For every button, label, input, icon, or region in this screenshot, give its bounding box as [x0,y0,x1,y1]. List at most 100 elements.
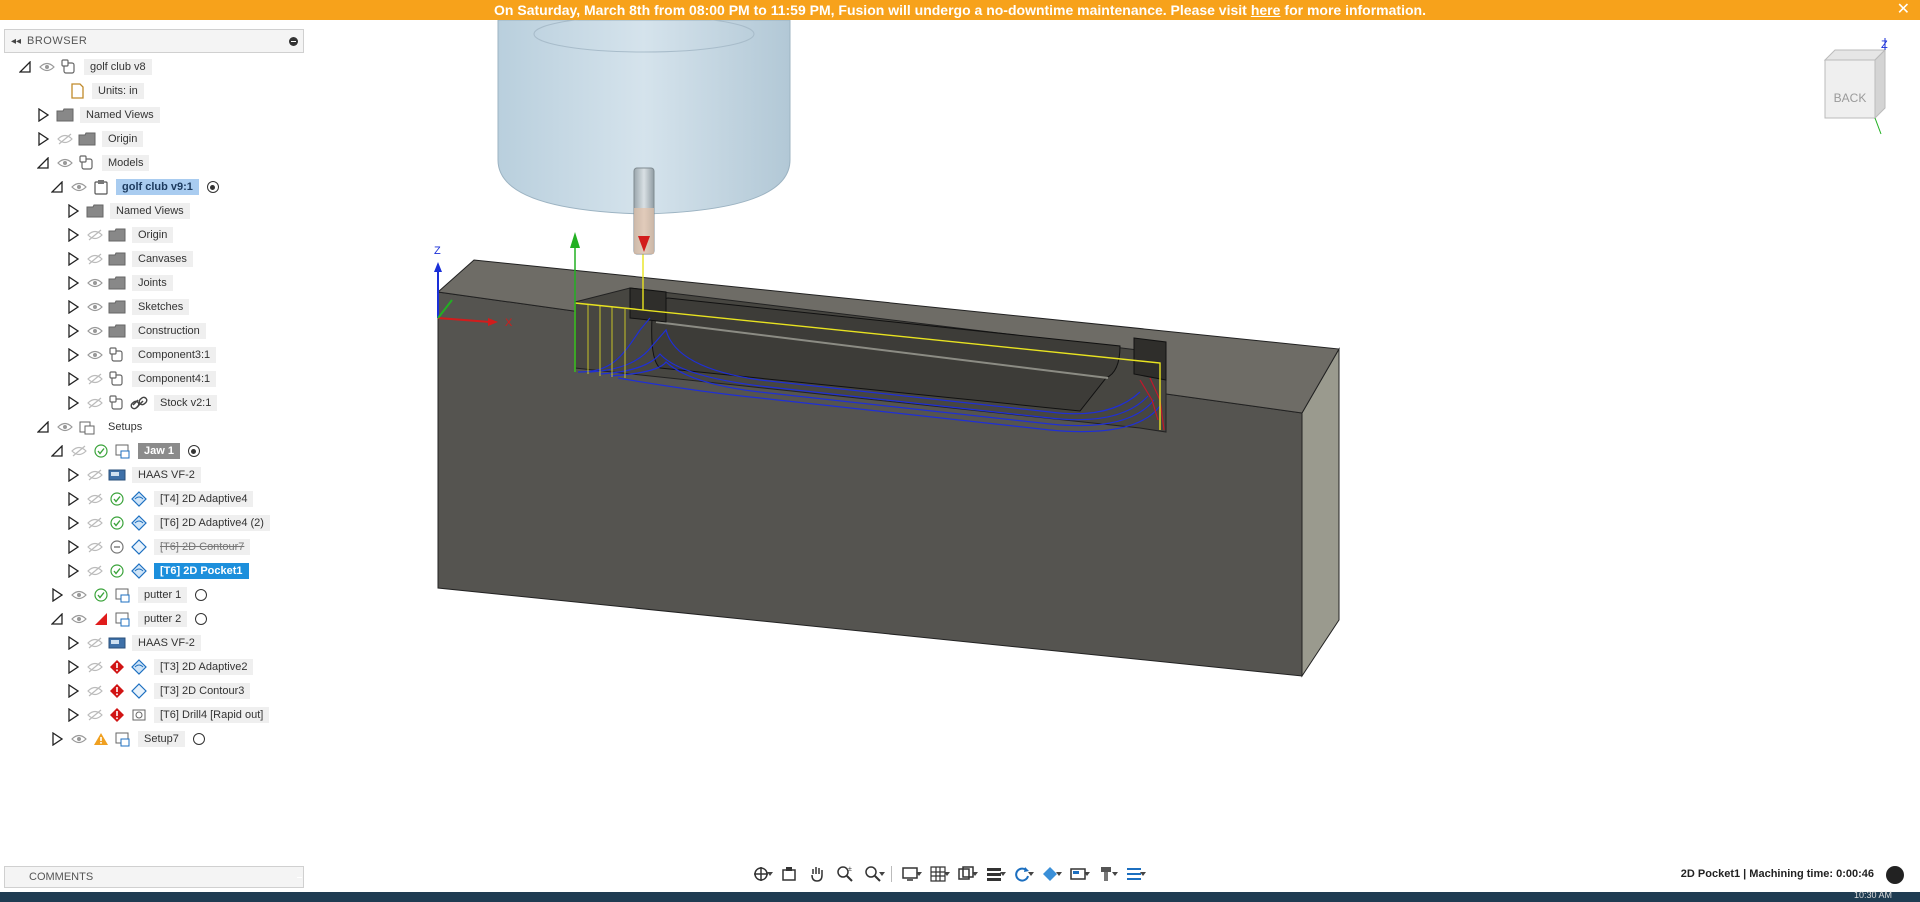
expand-arrow-icon[interactable] [66,540,80,554]
tree-node[interactable]: Origin [36,128,144,150]
banner-link[interactable]: here [1251,2,1281,18]
expand-arrow-icon[interactable] [50,588,64,602]
tree-node[interactable]: Origin [66,224,174,246]
tree-node[interactable]: Setup7 [50,728,205,750]
expand-arrow-icon[interactable] [36,108,50,122]
expand-arrow-icon[interactable] [66,276,80,290]
expand-arrow-icon[interactable] [66,324,80,338]
tree-node[interactable]: [T6] 2D Contour7 [66,536,251,558]
activate-radio[interactable] [192,733,205,745]
eye-hidden-icon[interactable] [86,706,104,724]
eye-hidden-icon[interactable] [86,466,104,484]
collapse-icon[interactable]: ◂◂ [5,36,27,47]
activate-radio[interactable] [206,181,219,193]
activate-radio[interactable] [195,589,208,601]
eye-icon[interactable] [56,154,74,172]
collapse-arrow-icon[interactable] [18,60,32,74]
simulation-button[interactable] [1065,863,1091,885]
tree-node[interactable]: Units: in [48,80,144,102]
eye-hidden-icon[interactable] [56,130,74,148]
expand-arrow-icon[interactable] [66,564,80,578]
eye-icon[interactable] [38,58,56,76]
tree-node[interactable]: Jaw 1 [50,440,200,462]
orbit-button[interactable] [748,863,774,885]
display-settings-button[interactable] [897,863,923,885]
tree-node[interactable]: Stock v2:1 [66,392,218,414]
tree-node[interactable]: [T6] Drill4 [Rapid out] [66,704,270,726]
eye-hidden-icon[interactable] [86,490,104,508]
eye-icon[interactable] [70,730,88,748]
eye-icon[interactable] [70,586,88,604]
tree-node[interactable]: putter 2 [50,608,208,630]
refresh-button[interactable] [1009,863,1035,885]
eye-hidden-icon[interactable] [86,658,104,676]
expand-arrow-icon[interactable] [36,132,50,146]
collapse-arrow-icon[interactable] [50,444,64,458]
eye-hidden-icon[interactable] [86,682,104,700]
eye-hidden-icon[interactable] [86,634,104,652]
expand-arrow-icon[interactable] [66,516,80,530]
tree-node[interactable]: [T3] 2D Contour3 [66,680,251,702]
eye-icon[interactable] [86,298,104,316]
appearance-button[interactable] [1037,863,1063,885]
expand-arrow-icon[interactable] [66,204,80,218]
tree-node[interactable]: golf club v9:1 [50,176,219,198]
expand-arrow-icon[interactable] [66,348,80,362]
eye-hidden-icon[interactable] [86,250,104,268]
tree-node[interactable]: Setups [36,416,148,438]
collapse-arrow-icon[interactable] [36,156,50,170]
tree-node[interactable]: [T3] 2D Adaptive2 [66,656,254,678]
expand-arrow-icon[interactable] [66,660,80,674]
collapse-arrow-icon[interactable] [50,180,64,194]
tree-node[interactable]: Models [36,152,150,174]
eye-icon[interactable] [56,418,74,436]
grid-button[interactable] [925,863,951,885]
tree-node[interactable]: golf club v8 [18,56,152,78]
tree-node[interactable]: putter 1 [50,584,208,606]
collapse-arrow-icon[interactable] [36,420,50,434]
expand-arrow-icon[interactable] [66,372,80,386]
tree-node[interactable]: Joints [66,272,173,294]
pan-button[interactable] [804,863,830,885]
tool-button[interactable] [1093,863,1119,885]
eye-hidden-icon[interactable] [86,394,104,412]
view-cube[interactable]: BACK Z [1815,38,1895,138]
tree-node[interactable]: HAAS VF-2 [66,632,201,654]
tree-node[interactable]: HAAS VF-2 [66,464,201,486]
expand-arrow-icon[interactable] [66,300,80,314]
toolpath-display-button[interactable] [1121,863,1147,885]
activate-radio[interactable] [195,613,208,625]
profile-icon[interactable] [1886,866,1904,884]
eye-hidden-icon[interactable] [70,442,88,460]
collapse-arrow-icon[interactable] [50,612,64,626]
eye-hidden-icon[interactable] [86,538,104,556]
expand-arrow-icon[interactable] [66,684,80,698]
fit-button[interactable] [860,863,886,885]
expand-arrow-icon[interactable] [66,636,80,650]
tree-node[interactable]: Named Views [66,200,190,222]
look-at-button[interactable] [776,863,802,885]
tree-node[interactable]: Component3:1 [66,344,217,366]
tree-node[interactable]: Canvases [66,248,193,270]
3d-viewport[interactable]: Z X [320,20,1920,860]
expand-arrow-icon[interactable] [66,492,80,506]
eye-hidden-icon[interactable] [86,370,104,388]
activate-radio[interactable] [187,445,200,457]
expand-arrow-icon[interactable] [66,708,80,722]
close-icon[interactable]: ✕ [1897,0,1910,20]
expand-arrow-icon[interactable] [50,732,64,746]
expand-arrow-icon[interactable] [66,396,80,410]
expand-arrow-icon[interactable] [66,228,80,242]
zoom-button[interactable]: ± [832,863,858,885]
tree-node[interactable]: [T4] 2D Adaptive4 [66,488,254,510]
eye-icon[interactable] [70,610,88,628]
tree-node[interactable]: [T6] 2D Pocket1 [66,560,249,582]
panel-options-button[interactable] [283,36,303,46]
eye-hidden-icon[interactable] [86,226,104,244]
expand-arrow-icon[interactable] [66,252,80,266]
tree-node[interactable]: Component4:1 [66,368,217,390]
eye-hidden-icon[interactable] [86,562,104,580]
expand-arrow-icon[interactable] [66,468,80,482]
tree-node[interactable]: Named Views [36,104,160,126]
tree-node[interactable]: [T6] 2D Adaptive4 (2) [66,512,270,534]
